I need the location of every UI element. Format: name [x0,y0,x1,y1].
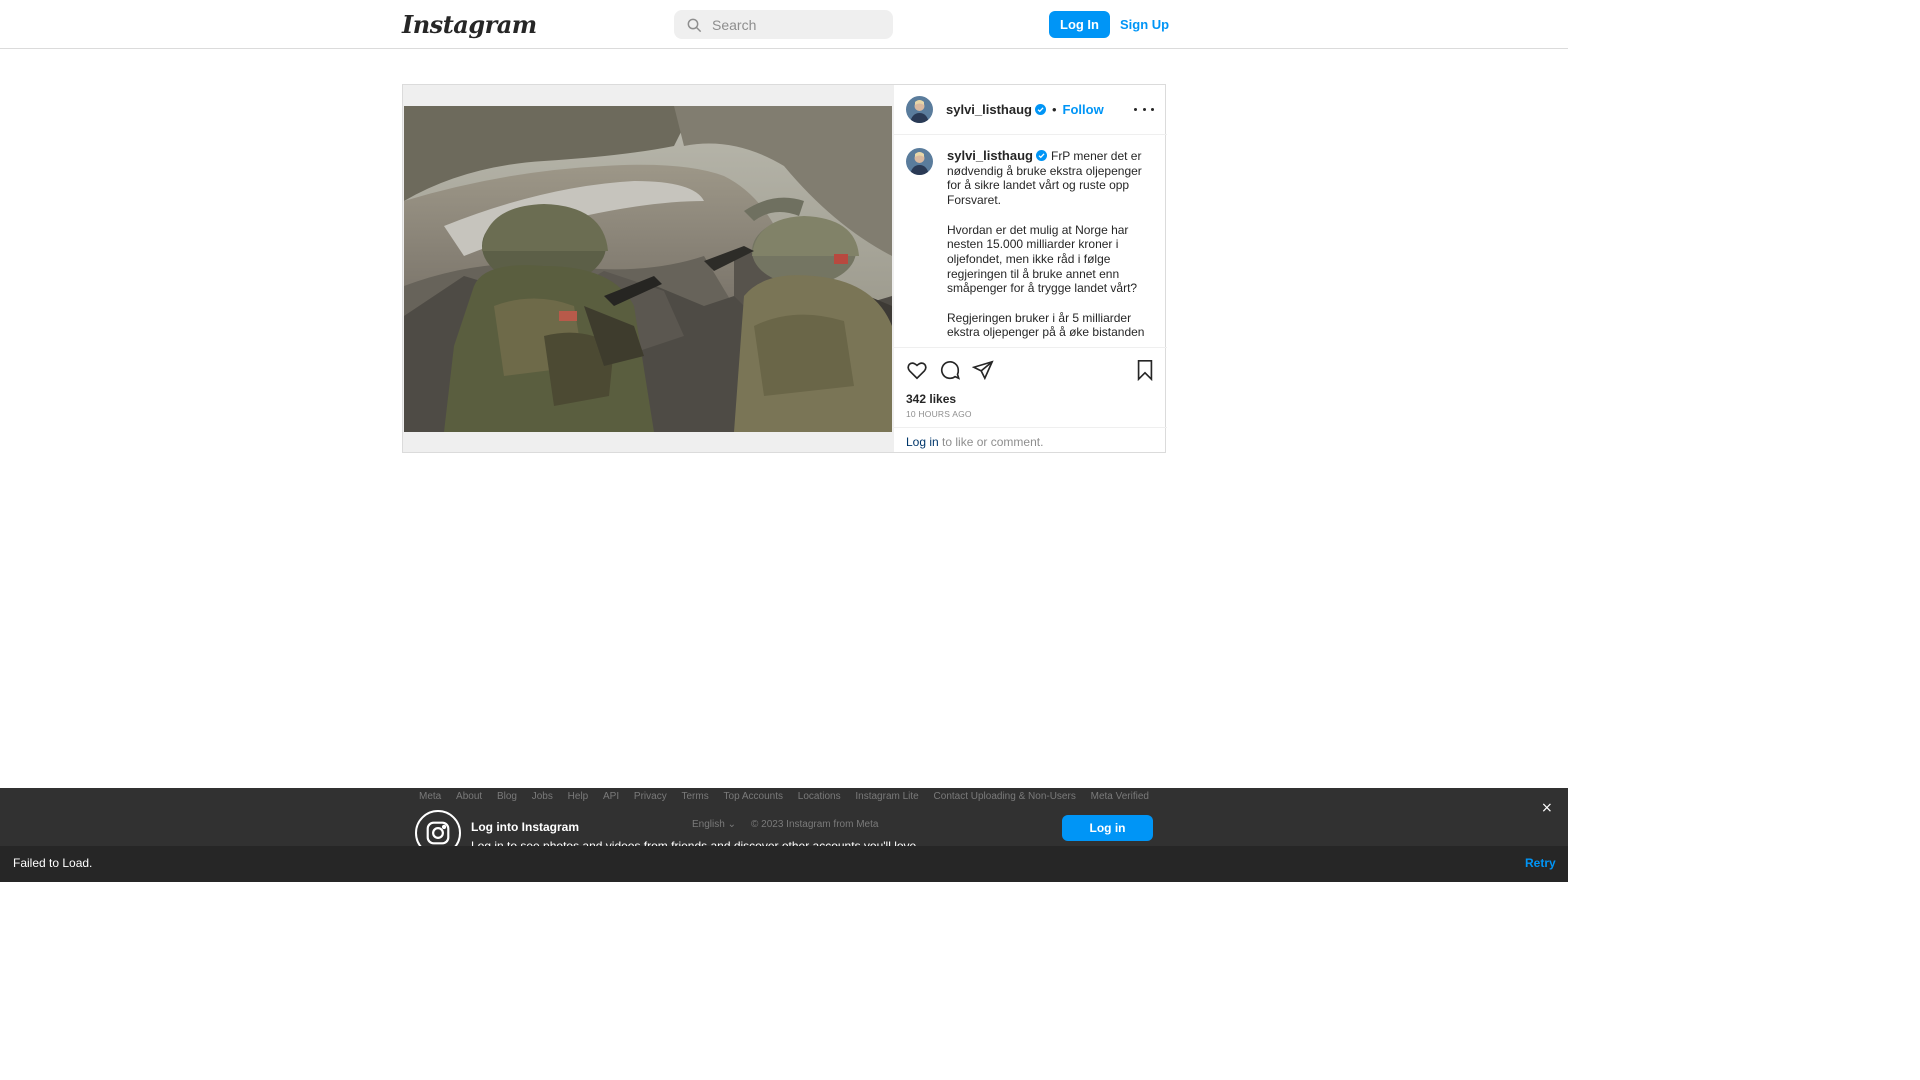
post-photo[interactable] [404,106,892,432]
footer-link[interactable]: Locations [798,791,841,802]
footer-link[interactable]: API [603,791,619,802]
search-icon [687,18,702,32]
footer-link[interactable]: Help [568,791,589,802]
login-banner: Meta About Blog Jobs Help API Privacy Te… [0,788,1568,856]
search-input[interactable] [712,16,882,33]
login-line-text: to like or comment. [938,435,1044,449]
caption-area[interactable]: sylvi_listhaug FrP mener det er nødvendig… [894,136,1167,346]
footer-link[interactable]: Contact Uploading & Non-Users [934,791,1076,802]
post-card: sylvi_listhaug • Follow sylvi_listhaug Fr… [402,84,1167,453]
chevron-down-icon: ⌄ [727,819,736,830]
verified-badge-icon [1035,150,1047,161]
caption-username[interactable]: sylvi_listhaug [947,148,1033,163]
post-header: sylvi_listhaug • Follow [894,85,1167,135]
caption-text: FrP mener det er nødvendig å bruke ekstr… [947,149,1145,340]
login-to-comment: Log in to like or comment. [894,427,1167,453]
footer-link[interactable]: Meta [419,791,441,802]
footer-links: Meta About Blog Jobs Help API Privacy Te… [0,791,1568,802]
verified-badge-icon [1034,104,1046,115]
more-options-icon[interactable] [1134,100,1154,118]
login-link[interactable]: Log in [906,435,939,449]
separator-dot: • [1051,102,1057,117]
language-selector[interactable]: English ⌄ [692,819,736,830]
retry-button[interactable]: Retry [1525,856,1556,870]
top-navbar: Instagram Log In Sign Up [0,0,1568,49]
comment-icon[interactable] [939,359,961,381]
banner-title: Log into Instagram [471,820,579,834]
footer-link[interactable]: Meta Verified [1091,791,1149,802]
banner-login-button[interactable]: Log in [1062,815,1153,841]
instagram-logo[interactable]: Instagram [402,10,537,39]
post-timestamp[interactable]: 10 HOURS AGO [906,409,972,419]
avatar[interactable] [906,96,933,123]
error-toast: Failed to Load. Retry [0,846,1568,882]
language-label: English [692,819,725,830]
footer-link[interactable]: Top Accounts [724,791,783,802]
login-button[interactable]: Log In [1049,11,1110,38]
follow-button[interactable]: Follow [1063,102,1104,117]
post-sidebar: sylvi_listhaug • Follow sylvi_listhaug Fr… [893,85,1167,453]
post-author: sylvi_listhaug • Follow [946,102,1104,117]
bookmark-icon[interactable] [1134,359,1156,381]
signup-button[interactable]: Sign Up [1120,11,1169,38]
search-box[interactable] [674,10,893,39]
footer-link[interactable]: Instagram Lite [855,791,918,802]
copyright: © 2023 Instagram from Meta [751,819,879,830]
caption-avatar[interactable] [906,148,933,175]
footer-link[interactable]: Blog [497,791,517,802]
soldiers-photo [404,106,892,432]
share-send-icon[interactable] [972,359,994,381]
like-heart-icon[interactable] [906,359,928,381]
footer-link[interactable]: Jobs [532,791,553,802]
avatar-image [906,96,933,123]
post-media [403,85,893,452]
avatar-image [906,148,933,175]
footer-link[interactable]: Terms [682,791,709,802]
post-caption: sylvi_listhaug FrP mener det er nødvendig… [947,148,1147,340]
post-actions: 342 likes 10 HOURS AGO [894,347,1167,429]
close-icon[interactable]: × [1541,800,1553,816]
likes-count[interactable]: 342 likes [906,392,956,406]
toast-message: Failed to Load. [13,856,93,870]
footer-link[interactable]: Privacy [634,791,667,802]
footer-link[interactable]: About [456,791,482,802]
username[interactable]: sylvi_listhaug [946,102,1032,117]
